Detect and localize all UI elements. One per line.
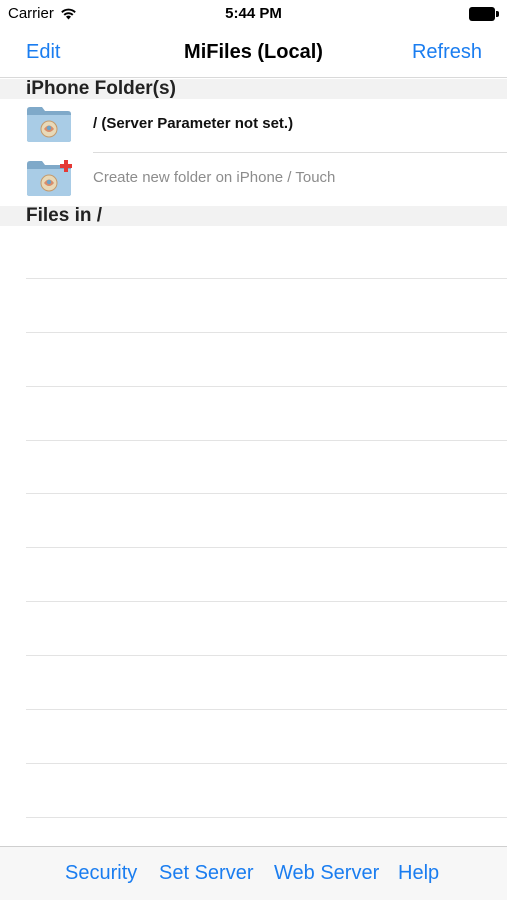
- list-separator: [26, 655, 507, 656]
- folder-icon: [27, 107, 71, 142]
- list-separator: [26, 763, 507, 764]
- folder-add-icon: [27, 160, 72, 196]
- files-section-header: Files in /: [0, 206, 507, 226]
- status-bar: Carrier 5:44 PM: [0, 0, 507, 28]
- create-folder-label: Create new folder on iPhone / Touch: [93, 169, 336, 186]
- security-button[interactable]: Security: [65, 862, 137, 885]
- navigation-bar: Edit MiFiles (Local) Refresh: [0, 28, 507, 78]
- web-server-button[interactable]: Web Server: [274, 862, 379, 885]
- refresh-button[interactable]: Refresh: [412, 41, 482, 64]
- status-time: 5:44 PM: [225, 5, 282, 22]
- list-separator: [26, 386, 507, 387]
- battery-icon: [469, 7, 499, 21]
- screen: Carrier 5:44 PM Edit MiFiles (Local) Ref…: [0, 0, 507, 900]
- list-separator: [26, 440, 507, 441]
- set-server-button[interactable]: Set Server: [159, 862, 253, 885]
- create-folder-row[interactable]: Create new folder on iPhone / Touch: [0, 153, 507, 205]
- folder-row-root[interactable]: / (Server Parameter not set.): [0, 99, 507, 151]
- bottom-toolbar: Security Set Server Web Server Help: [0, 846, 507, 900]
- list-separator: [26, 493, 507, 494]
- list-separator: [26, 817, 507, 818]
- list-separator: [26, 278, 507, 279]
- list-separator: [26, 332, 507, 333]
- folder-row-label: / (Server Parameter not set.): [93, 115, 294, 132]
- list-separator: [26, 601, 507, 602]
- help-button[interactable]: Help: [398, 862, 439, 885]
- folders-section-header: iPhone Folder(s): [0, 79, 507, 99]
- list-separator: [26, 709, 507, 710]
- list-separator: [26, 547, 507, 548]
